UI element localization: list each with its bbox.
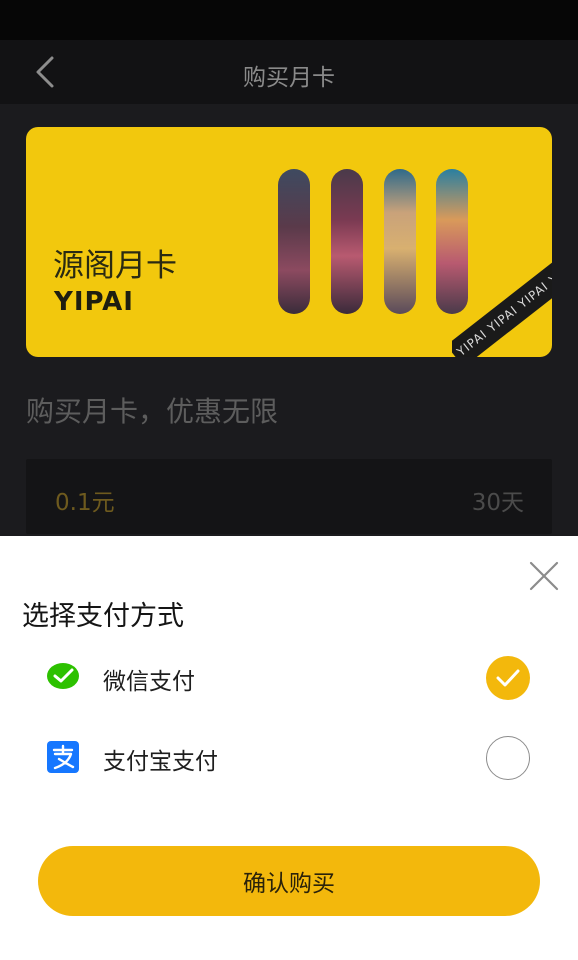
- close-icon[interactable]: [526, 558, 562, 594]
- checkmark-icon: [496, 669, 520, 687]
- radio-selected[interactable]: [486, 656, 530, 700]
- card-brand-logo: YIPAI: [54, 287, 134, 317]
- photo-strip: [331, 169, 363, 314]
- payment-option-label: 支付宝支付: [103, 749, 218, 775]
- card-corner-ribbon: YIPAI YIPAI YIPAI YIPAI: [452, 257, 552, 357]
- plan-duration: 30天: [471, 490, 524, 516]
- ribbon-text: YIPAI YIPAI YIPAI YIPAI: [452, 257, 552, 357]
- card-name: 源阁月卡: [53, 248, 177, 284]
- monthly-card-banner: 源阁月卡 YIPAI YIPAI YIPAI YIPAI YIPAI: [26, 127, 552, 357]
- plan-price: 0.1元: [55, 490, 115, 516]
- alipay-icon: [47, 741, 79, 773]
- sheet-title: 选择支付方式: [22, 601, 184, 632]
- promo-slogan: 购买月卡，优惠无限: [26, 395, 279, 428]
- payment-option-wechat[interactable]: 微信支付: [0, 647, 578, 707]
- status-bar: [0, 0, 578, 40]
- photo-strip: [384, 169, 416, 314]
- plan-option[interactable]: 0.1元 30天: [26, 459, 552, 534]
- page-title: 购买月卡: [243, 65, 335, 91]
- radio-unselected[interactable]: [486, 736, 530, 780]
- nav-bar: 购买月卡: [0, 40, 578, 104]
- payment-method-sheet: 选择支付方式 微信支付 支付宝支付 确认购买: [0, 536, 578, 960]
- payment-option-label: 微信支付: [103, 669, 195, 695]
- main-content: 源阁月卡 YIPAI YIPAI YIPAI YIPAI YIPAI 购买月卡，…: [0, 104, 578, 536]
- payment-option-alipay[interactable]: 支付宝支付: [0, 727, 578, 787]
- card-photo-strips: [278, 169, 468, 314]
- wechat-pay-icon: [47, 663, 79, 689]
- photo-strip: [278, 169, 310, 314]
- confirm-purchase-button[interactable]: 确认购买: [38, 846, 540, 916]
